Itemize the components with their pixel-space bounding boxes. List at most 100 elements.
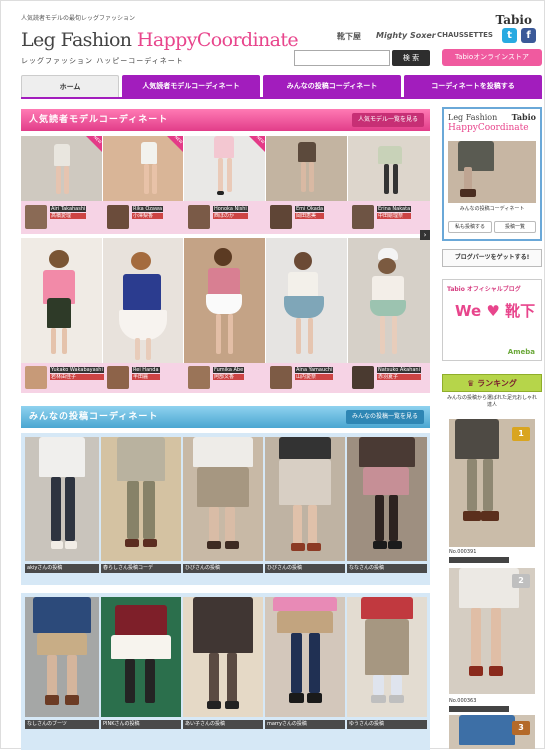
post-photo[interactable] [347,597,427,717]
model-photo[interactable]: NEW [103,136,183,201]
model-photo[interactable]: NEW [184,136,265,201]
post-caption[interactable]: ゆうさんの投稿 [347,720,427,729]
model-name[interactable]: Erina Nakata 中田絵理奈 [377,206,412,219]
posts-more-button[interactable]: みんなの投稿一覧を見る [345,410,424,424]
logo-text-b: HappyCoordinate [136,29,299,51]
tabio-logo[interactable]: Tabio [495,13,532,27]
blog-parts-button[interactable]: ブログパーツをゲットする! [442,249,542,267]
model-name[interactable]: Honoka Nishi 西ほのか [213,206,248,219]
model-name[interactable]: Rika Ozawa 小澤梨香 [132,206,164,219]
tagline: 人気読者モデルの最旬レッグファッション [21,15,136,22]
avatar [352,366,374,389]
post-myself-button[interactable]: 私も投稿する [448,221,492,233]
model-name[interactable]: Natsuko Akahani 赤羽夏子 [377,367,421,380]
widget-photo[interactable] [448,141,536,203]
post-photo[interactable] [265,597,345,717]
post-caption[interactable]: 春らしさん投稿コーデ [101,564,181,573]
post-caption[interactable]: PINKさんの投稿 [101,720,181,729]
model-photo[interactable] [184,238,265,363]
rank-badge-silver: 2 [512,574,530,588]
brand-mighty-soxer[interactable]: Mighty Soxer [376,31,436,40]
model-photo[interactable] [21,238,102,363]
official-blog-banner[interactable]: Tabio オフィシャルブログ We ♥ 靴下 Ameba [442,279,542,361]
blog-title: Tabio オフィシャルブログ [447,286,521,293]
avatar [107,205,129,229]
post-photo[interactable] [347,437,427,561]
post-photo[interactable] [101,437,181,561]
posts-section-title: みんなの投稿コーディネート [29,412,159,422]
model-name[interactable]: Aina Yamauchi 山内愛奈 [295,367,334,380]
carousel-next-icon[interactable]: › [420,230,430,240]
model-name[interactable]: Yukako Wakabayashi 若林由佳子 [50,367,104,380]
avatar [188,205,210,229]
twitter-icon[interactable]: t [502,28,517,43]
logo-subtitle: レッグファッション ハッピーコーディネート [21,57,184,65]
model-name[interactable]: Rei Handa 半田麗 [132,367,160,380]
tab-submit-coordinate[interactable]: コーディネートを投稿する [404,75,542,97]
tab-home[interactable]: ホーム [21,75,119,97]
rank-caption-bar [449,557,509,563]
widget-logo-a: Leg Fashion [448,113,498,122]
blog-heart-text: We ♥ 靴下 [455,302,536,320]
post-photo[interactable] [25,437,99,561]
post-caption[interactable]: あい子さんの投稿 [183,720,263,729]
logo-text-a: Leg Fashion [21,29,137,51]
widget-caption: みんなの投稿コーディネート [459,206,525,212]
rank-caption-bar [449,706,509,712]
avatar [25,205,47,229]
model-name[interactable]: Fumika Abe 阿部文香 [213,367,245,380]
crown-icon: ♛ [467,379,478,388]
page: 人気読者モデルの最旬レッグファッション Leg Fashion HappyCoo… [0,0,545,750]
tab-model-coordinate[interactable]: 人気読者モデルコーディネート [122,75,260,97]
model-name[interactable]: Airi Takahashi 高橋愛理 [50,206,87,219]
tab-user-posts[interactable]: みんなの投稿コーディネート [263,75,401,97]
posts-section-header: みんなの投稿コーディネート みんなの投稿一覧を見る [21,406,430,428]
brand-kutsushitaya[interactable]: 靴下屋 [337,31,361,42]
main-nav: ホーム 人気読者モデルコーディネート みんなの投稿コーディネート コーディネート… [21,75,542,97]
search-input[interactable] [294,50,390,66]
ranking-subtitle: みんなの投稿から選ばれた足元おしゃれ達人 [447,395,538,408]
search-button[interactable]: 検 索 [392,50,430,66]
online-store-button[interactable]: Tabioオンラインストア [442,49,542,66]
post-caption[interactable]: akiyさんの投稿 [25,564,99,573]
avatar [270,366,292,389]
avatar [107,366,129,389]
post-list-button[interactable]: 投稿一覧 [494,221,536,233]
model-photo[interactable] [266,238,347,363]
models-section-header: 人気読者モデルコーディネート 人気モデル一覧を見る [21,109,430,131]
model-photo[interactable]: NEW [21,136,102,201]
widget-logo-b: HappyCoordinate [448,123,529,133]
nav-underline [21,97,542,99]
rank-number: No.000391 [449,549,477,555]
brand-chaussettes[interactable]: CHAUSSETTES [437,31,493,39]
sidebar-post-widget: Leg Fashion Tabio HappyCoordinate みんなの投稿… [442,107,542,241]
post-photo[interactable] [25,597,99,717]
rank-badge-bronze: 3 [512,721,530,735]
model-photo[interactable] [103,238,183,363]
models-more-button[interactable]: 人気モデル一覧を見る [351,113,424,127]
model-photo[interactable] [348,238,430,363]
ranking-header: ♛ ランキング [442,374,542,392]
avatar [352,205,374,229]
facebook-icon[interactable]: f [521,28,536,43]
model-photo[interactable] [266,136,347,201]
avatar [270,205,292,229]
avatar [188,366,210,389]
model-name[interactable]: Emi Okada 岡田恵美 [295,206,325,219]
ameba-logo: Ameba [507,348,535,356]
post-caption[interactable]: なしさんのブーツ [25,720,99,729]
rank-number: No.000363 [449,698,477,704]
post-photo[interactable] [101,597,181,717]
rank-badge-gold: 1 [512,427,530,441]
post-photo[interactable] [183,597,263,717]
models-section-title: 人気読者モデルコーディネート [29,115,169,125]
post-caption[interactable]: ひびさんの投稿 [183,564,263,573]
post-caption[interactable]: ひびさんの投稿 [265,564,345,573]
post-caption[interactable]: marryさんの投稿 [265,720,345,729]
post-photo[interactable] [265,437,345,561]
post-photo[interactable] [183,437,263,561]
widget-tabio-logo: Tabio [511,112,536,122]
site-logo[interactable]: Leg Fashion HappyCoordinate [21,29,299,51]
model-photo[interactable] [348,136,430,201]
post-caption[interactable]: ななさんの投稿 [347,564,427,573]
